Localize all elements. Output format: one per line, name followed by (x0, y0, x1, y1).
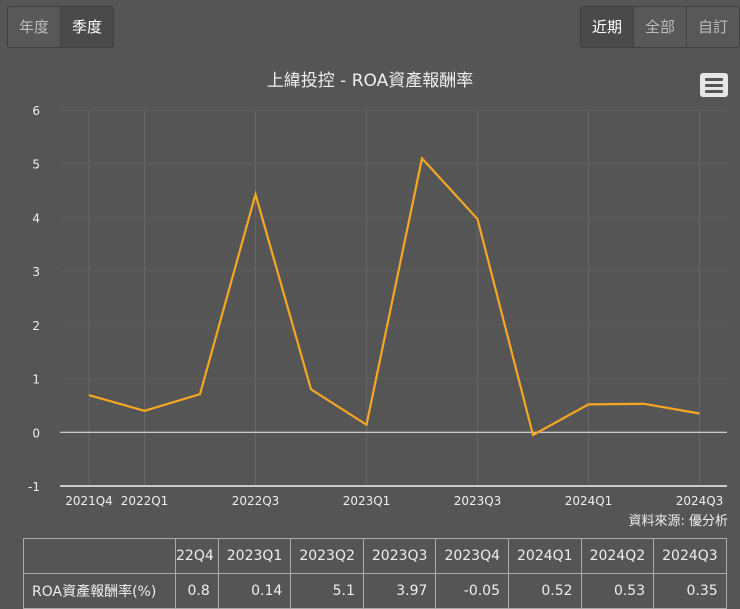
y-tick-label: 5 (32, 158, 40, 172)
y-tick-label: 0 (32, 426, 40, 440)
x-tick-label: 2021Q4 (65, 494, 113, 508)
x-tick-label: 2024Q1 (565, 494, 613, 508)
column-header: 2024Q1 (509, 539, 582, 574)
series-line (89, 158, 700, 435)
table-cell: 3.97 (363, 574, 436, 609)
data-table: 22Q42023Q12023Q22023Q32023Q42024Q12024Q2… (23, 538, 727, 609)
table-cell: -0.05 (436, 574, 509, 609)
column-header: 2023Q1 (218, 539, 291, 574)
y-tick-label: 1 (32, 373, 40, 387)
table-cell: 0.14 (218, 574, 291, 609)
y-tick-label: -1 (28, 480, 40, 494)
x-tick-label: 2023Q1 (343, 494, 391, 508)
x-tick-label: 2024Q3 (676, 494, 724, 508)
table-cell: 0.35 (654, 574, 727, 609)
row-label: ROA資產報酬率(%) (24, 574, 176, 609)
column-header: 2023Q2 (291, 539, 364, 574)
table-cell: 0.8 (176, 574, 219, 609)
column-header (24, 539, 176, 574)
column-header: 2023Q3 (363, 539, 436, 574)
table-row: ROA資產報酬率(%)0.80.145.13.97-0.050.520.530.… (24, 574, 727, 609)
y-tick-label: 6 (32, 104, 40, 118)
column-header: 2024Q2 (581, 539, 654, 574)
y-tick-label: 4 (32, 211, 40, 225)
column-header: 22Q4 (176, 539, 219, 574)
table-cell: 0.53 (581, 574, 654, 609)
column-header: 2024Q3 (654, 539, 727, 574)
x-tick-label: 2022Q1 (121, 494, 169, 508)
x-tick-label: 2023Q3 (454, 494, 502, 508)
table-cell: 5.1 (291, 574, 364, 609)
data-source: 資料來源: 優分析 (628, 510, 728, 529)
y-tick-label: 2 (32, 319, 40, 333)
line-chart: 2021Q4 2022Q1 2022Q3 2023Q1 2023Q3 2024Q1 2024… (0, 0, 740, 530)
table-cell: 0.52 (509, 574, 582, 609)
column-header: 2023Q4 (436, 539, 509, 574)
table-header-row: 22Q42023Q12023Q22023Q32023Q42024Q12024Q2… (24, 539, 727, 574)
y-tick-label: 3 (32, 265, 40, 279)
x-tick-label: 2022Q3 (232, 494, 280, 508)
